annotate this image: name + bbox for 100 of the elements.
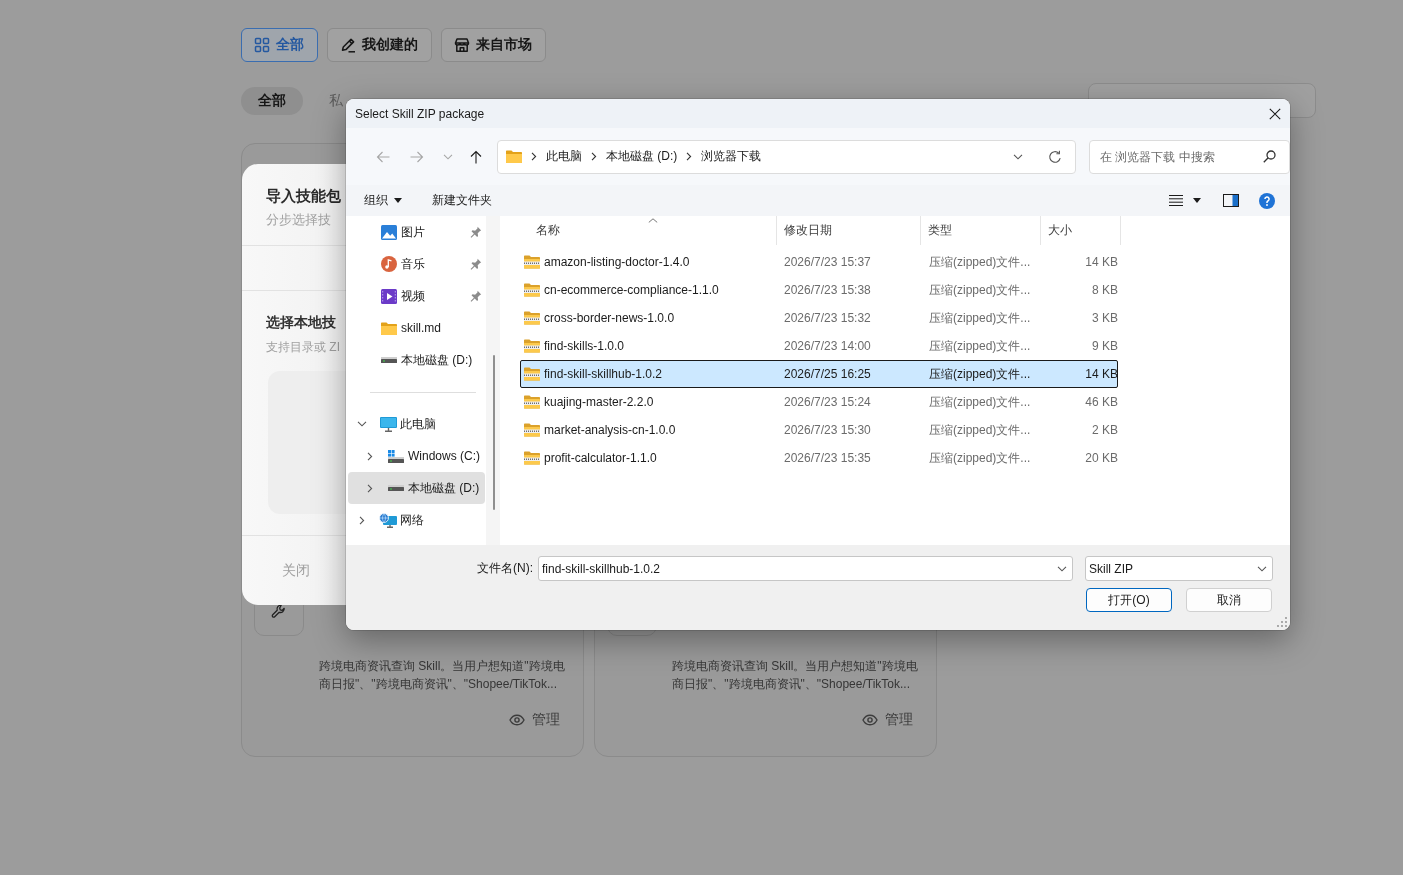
column-header[interactable]: 名称 [520, 216, 777, 245]
breadcrumb[interactable]: 浏览器下载 [701, 148, 762, 165]
windows-drive-icon [388, 449, 404, 463]
refresh-icon[interactable] [1048, 149, 1062, 164]
search-field[interactable]: 在 浏览器下载 中搜索 [1089, 139, 1290, 174]
chevron-right-icon[interactable] [367, 451, 373, 461]
file-row[interactable]: find-skill-skillhub-1.0.2 2026/7/25 16:25 压缩(zipped)文件... 14 KB [520, 360, 1118, 388]
store-icon [454, 37, 470, 53]
file-name: market-analysis-cn-1.0.0 [544, 423, 676, 437]
filter-tab[interactable]: 全部 [241, 86, 303, 115]
chevron-down-icon [1257, 565, 1267, 572]
picture-icon [381, 224, 397, 240]
new-folder-button[interactable]: 新建文件夹 [432, 192, 492, 209]
column-header[interactable]: 修改日期 [777, 216, 921, 245]
file-row[interactable]: amazon-listing-doctor-1.4.0 2026/7/23 15:37 压缩(zipped)文件... 14 KB [520, 248, 1118, 276]
file-row[interactable]: kuajing-master-2.2.0 2026/7/23 15:24 压缩(zipped)文件... 46 KB [520, 388, 1118, 416]
card-description: 跨境电商资讯查询 Skill。当用户想知道"跨境电商日报"、"跨境电商资讯"、"Shopee/TikTok... [672, 658, 919, 693]
wrench-icon [271, 604, 287, 620]
zip-folder-icon [524, 395, 540, 409]
modified-date: 2026/7/23 15:35 [783, 451, 872, 465]
file-row[interactable]: find-skills-1.0.0 2026/7/23 14:00 压缩(zipped)文件... 9 KB [520, 332, 1118, 360]
section-title: 选择本地技 [266, 313, 336, 331]
zip-folder-icon [524, 283, 540, 297]
file-row[interactable]: market-analysis-cn-1.0.0 2026/7/23 15:30 压缩(zipped)文件... 2 KB [520, 416, 1118, 444]
nav-item[interactable]: 本地磁盘 (D:) [348, 344, 485, 376]
monitor-icon [379, 416, 397, 432]
modified-date: 2026/7/23 15:37 [783, 255, 872, 269]
modal-subtitle: 分步选择技 [266, 211, 331, 229]
chevron-right-icon[interactable] [686, 152, 693, 161]
file-row[interactable]: cn-ecommerce-compliance-1.1.0 2026/7/23 15:38 压缩(zipped)文件... 8 KB [520, 276, 1118, 304]
nav-item[interactable]: Windows (C:) [348, 440, 485, 472]
folder-icon [381, 321, 397, 335]
modal-title: 导入技能包 [266, 186, 341, 206]
file-type: 压缩(zipped)文件... [928, 253, 1032, 271]
chevron-right-icon[interactable] [359, 515, 365, 525]
manage-button[interactable]: 管理 [509, 710, 560, 730]
chevron-down-icon[interactable] [1057, 565, 1067, 572]
card-description: 跨境电商资讯查询 Skill。当用户想知道"跨境电商日报"、"跨境电商资讯"、"Shopee/TikTok... [319, 658, 566, 693]
nav-item[interactable]: 图片 [348, 216, 485, 248]
file-type-dropdown[interactable]: Skill ZIP [1085, 556, 1273, 581]
chevron-down-icon[interactable] [1013, 153, 1023, 160]
modified-date: 2026/7/23 15:38 [783, 283, 872, 297]
search-icon[interactable] [1263, 150, 1276, 163]
file-type: 压缩(zipped)文件... [928, 365, 1032, 383]
address-bar[interactable]: 此电脑 本地磁盘 (D:) 浏览器下载 [497, 139, 1076, 174]
nav-item[interactable]: 视频 [348, 280, 485, 312]
help-icon[interactable] [1259, 192, 1275, 209]
file-type: 压缩(zipped)文件... [928, 281, 1032, 299]
file-name-field[interactable]: find-skill-skillhub-1.0.2 [538, 556, 1073, 581]
zip-folder-icon [524, 423, 540, 437]
modified-date: 2026/7/23 15:24 [783, 395, 872, 409]
modified-date: 2026/7/23 14:00 [783, 339, 872, 353]
video-icon [381, 288, 397, 304]
close-icon[interactable] [1269, 107, 1281, 120]
file-name: profit-calculator-1.1.0 [544, 451, 657, 465]
drive-icon [381, 357, 397, 363]
nav-item[interactable]: 音乐 [348, 248, 485, 280]
view-button[interactable] [1169, 195, 1201, 206]
open-button[interactable]: 打开(O) [1086, 588, 1172, 612]
file-row[interactable]: cross-border-news-1.0.0 2026/7/23 15:32 压缩(zipped)文件... 3 KB [520, 304, 1118, 332]
file-name-label: 文件名(N): [477, 560, 533, 577]
drive-icon [388, 485, 404, 491]
grid-icon [254, 37, 270, 53]
file-name: cn-ecommerce-compliance-1.1.0 [544, 283, 719, 297]
file-type: 压缩(zipped)文件... [928, 309, 1032, 327]
resize-grip-icon[interactable] [1277, 617, 1287, 627]
list-view-icon [1169, 195, 1183, 206]
preview-pane-icon[interactable] [1223, 194, 1239, 207]
file-name: cross-border-news-1.0.0 [544, 311, 675, 325]
file-type: 压缩(zipped)文件... [928, 393, 1032, 411]
arrow-up-icon[interactable] [470, 149, 482, 164]
modified-date: 2026/7/23 15:30 [783, 423, 872, 437]
modified-date: 2026/7/25 16:25 [783, 367, 872, 381]
breadcrumb[interactable]: 本地磁盘 (D:) [606, 148, 678, 165]
file-name: amazon-listing-doctor-1.4.0 [544, 255, 690, 269]
file-size: 20 KB [1084, 451, 1118, 465]
cancel-button[interactable]: 取消 [1186, 588, 1272, 612]
nav-item[interactable]: skill.md [348, 312, 485, 344]
zip-folder-icon [524, 451, 540, 465]
nav-item[interactable]: 本地磁盘 (D:) [348, 472, 485, 504]
tab[interactable]: 来自市场 [441, 28, 546, 62]
organize-button[interactable]: 组织 [364, 192, 402, 209]
modified-date: 2026/7/23 15:32 [783, 311, 872, 325]
section-hint: 支持目录或 ZI [266, 339, 340, 355]
chevron-right-icon[interactable] [591, 152, 597, 161]
chevron-right-icon[interactable] [531, 152, 537, 161]
tab[interactable]: 我创建的 [327, 28, 432, 62]
breadcrumb[interactable]: 此电脑 [546, 148, 582, 165]
file-row[interactable]: profit-calculator-1.1.0 2026/7/23 15:35 压缩(zipped)文件... 20 KB [520, 444, 1118, 472]
chevron-right-icon[interactable] [367, 483, 373, 493]
nav-item[interactable]: 此电脑 [348, 408, 485, 440]
caret-down-icon [1193, 198, 1201, 203]
file-type: 压缩(zipped)文件... [928, 421, 1032, 439]
file-name: kuajing-master-2.2.0 [544, 395, 654, 409]
nav-item[interactable]: 网络 [348, 504, 485, 536]
column-header[interactable]: 大小 [1041, 216, 1121, 245]
file-size: 8 KB [1091, 283, 1118, 297]
manage-button[interactable]: 管理 [862, 710, 913, 730]
chevron-down-icon[interactable] [357, 421, 367, 427]
column-header[interactable]: 类型 [921, 216, 1041, 245]
